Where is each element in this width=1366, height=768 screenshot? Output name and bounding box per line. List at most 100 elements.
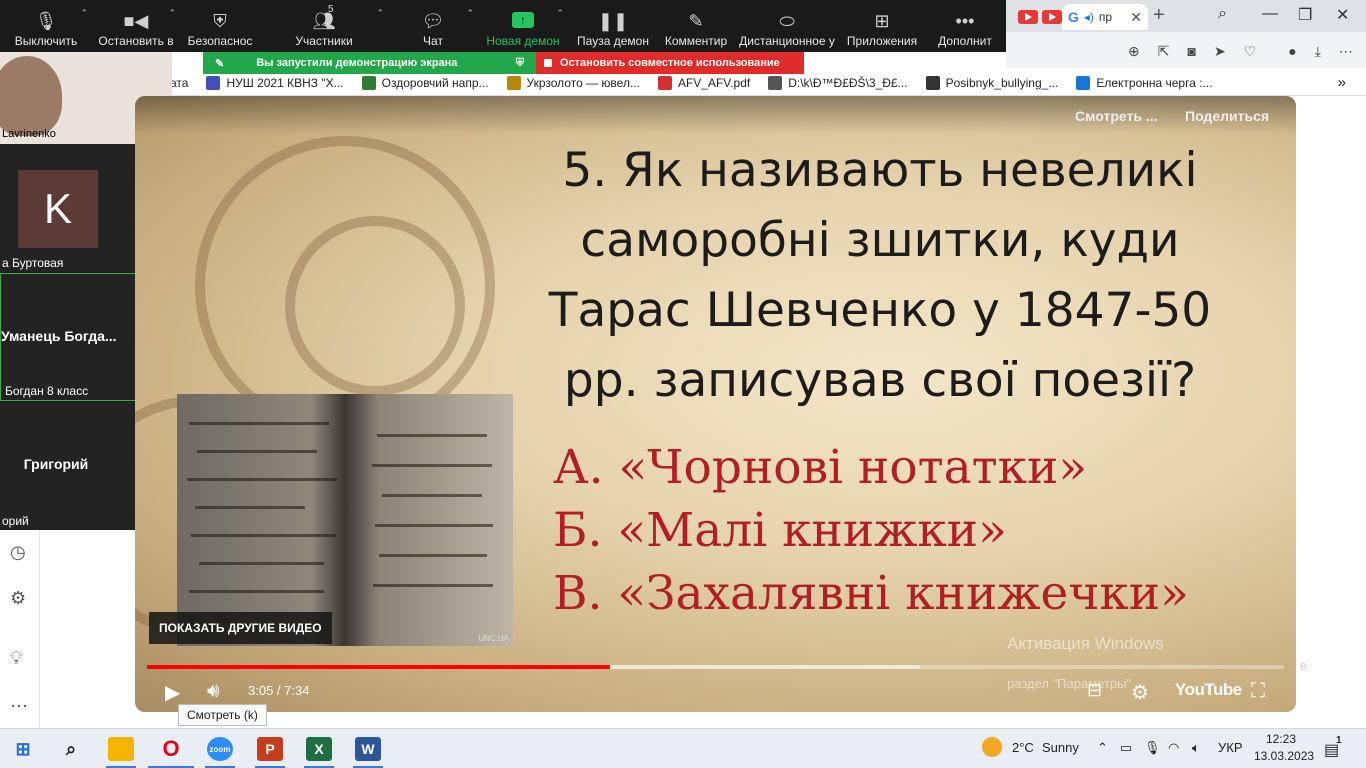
watermark-text: UNC.UA: [478, 634, 509, 643]
clock-icon[interactable]: ◷: [10, 542, 26, 563]
heart-icon[interactable]: ♡: [1244, 43, 1257, 60]
weather-text[interactable]: Sunny: [1042, 740, 1079, 755]
windows-activation-text: Активация Windows: [1007, 634, 1164, 653]
bookmark-label: Posibnyk_bullying_...: [945, 75, 1059, 90]
toolbar-label: Новая демон: [486, 34, 560, 48]
chevron-up-icon[interactable]: ⌃: [556, 8, 564, 19]
windows-start-icon[interactable]: ⊞: [10, 737, 36, 761]
youtube-player[interactable]: Смотреть ... Поделиться 5. Як називають …: [135, 96, 1296, 712]
search-icon[interactable]: ⌕: [58, 737, 84, 761]
opera-icon[interactable]: O: [158, 736, 184, 761]
new-share-button[interactable]: ↑ ⌃ Новая демон: [478, 0, 568, 52]
mouse-icon: ⬭: [779, 11, 795, 31]
bookmark-item[interactable]: Укрзолото — ювел...: [506, 75, 640, 90]
language-indicator[interactable]: УКР: [1218, 740, 1243, 755]
question-line: Тарас Шевченко у 1847-50: [548, 283, 1212, 338]
microphone-icon[interactable]: 🎙︎: [1144, 740, 1161, 756]
bookmark-item[interactable]: Posibnyk_bullying_...: [925, 75, 1059, 90]
answer-option: А. «Чорнові нотатки»: [553, 440, 1088, 495]
search-tabs-icon[interactable]: ⌕: [1218, 5, 1227, 23]
participants-button[interactable]: 👥︎ 5 ⌃ Участники: [260, 0, 388, 52]
participant-display-name: Григорий: [23, 456, 89, 472]
word-icon[interactable]: W: [355, 737, 381, 761]
weather-temp[interactable]: 2°C: [1012, 740, 1034, 755]
bookmark-icon: [506, 75, 521, 90]
gear-icon[interactable]: ⚙: [10, 588, 26, 609]
zoom-app-icon[interactable]: zoom: [207, 737, 233, 761]
bookmark-item[interactable]: Оздоровчий напр...: [361, 75, 489, 90]
more-bookmarks-button[interactable]: »: [1338, 74, 1346, 91]
wifi-icon[interactable]: ◠: [1168, 740, 1179, 756]
video-camera-icon: ■◀: [123, 11, 149, 31]
menu-icon[interactable]: ⋯: [1339, 43, 1353, 60]
bookmark-item[interactable]: D:\k\Ð™Ð£ÐŠ\3_Ð£...: [768, 75, 908, 90]
left-sidebar: ◷ ⚙ 💡︎ ⋯: [0, 530, 40, 730]
send-icon[interactable]: ➤: [1214, 43, 1226, 60]
pen-icon: ✎: [688, 11, 704, 31]
chevron-up-icon[interactable]: ⌃: [1097, 740, 1108, 756]
powerpoint-icon[interactable]: P: [257, 737, 283, 761]
question-line: саморобні зшитки, куди: [580, 213, 1180, 268]
chevron-up-icon[interactable]: ⌃: [168, 8, 176, 19]
question-line: рр. записував свої поезії?: [563, 353, 1197, 408]
bookmark-item[interactable]: AFV_AFV.pdf: [657, 75, 750, 90]
battery-icon[interactable]: ▭: [1120, 740, 1132, 756]
share-screen-icon: ↑: [512, 12, 534, 28]
volume-icon[interactable]: 🔊︎: [207, 680, 220, 703]
pause-share-button[interactable]: ❚❚ Пауза демон: [568, 0, 658, 52]
shield-check-icon: ⛨: [515, 56, 524, 69]
toolbar-label: Остановить в: [98, 34, 174, 48]
stop-share-button[interactable]: Остановить совместное использование: [536, 52, 804, 74]
annotate-button[interactable]: ✎ Комментир: [658, 0, 734, 52]
security-button[interactable]: ⛨ Безопаснос: [180, 0, 260, 52]
excel-icon[interactable]: X: [306, 737, 332, 761]
zoom-lens-icon[interactable]: ⊕: [1128, 43, 1140, 60]
youtube-logo[interactable]: YouTube: [1175, 680, 1242, 700]
watch-later-button[interactable]: Смотреть ...: [1075, 108, 1158, 124]
mute-button[interactable]: 🎙︎ ⌃ Выключить: [0, 0, 92, 52]
notification-count: 1: [1336, 735, 1342, 746]
profile-icon[interactable]: ●: [1288, 43, 1296, 59]
tab-youtube-1[interactable]: [1018, 4, 1038, 30]
stop-video-button[interactable]: ■◀ ⌃ Остановить в: [92, 0, 180, 52]
share-button[interactable]: Поделиться: [1185, 108, 1269, 124]
play-tooltip: Смотреть (k): [178, 704, 267, 726]
camera-icon[interactable]: ◙: [1187, 43, 1195, 59]
chevron-up-icon[interactable]: ⌃: [466, 8, 474, 19]
bookmark-label: Оздоровчий напр...: [381, 75, 489, 90]
tab-youtube-2[interactable]: [1042, 4, 1062, 30]
sharing-banner: ✎ Вы запустили демонстрацию экрана ⛨: [203, 52, 536, 74]
fullscreen-icon[interactable]: ⛶: [1251, 680, 1265, 703]
clock-time[interactable]: 12:23: [1266, 732, 1296, 746]
play-icon[interactable]: ▶: [165, 680, 180, 705]
file-explorer-icon[interactable]: [108, 737, 134, 761]
windows-taskbar: ⊞ ⌕ O zoom P X W 2°C Sunny ⌃ ▭ 🎙︎ ◠ 🔈︎ У…: [0, 728, 1366, 768]
show-other-videos-button[interactable]: ПОКАЗАТЬ ДРУГИЕ ВИДЕО: [149, 612, 332, 644]
subtitles-icon[interactable]: ⊟: [1087, 680, 1102, 701]
tab-active[interactable]: G ◂) пр ✕: [1062, 4, 1148, 30]
settings-gear-icon[interactable]: ⚙: [1131, 680, 1149, 705]
answer-option: Б. «Малі книжки»: [553, 503, 1007, 558]
clock-date[interactable]: 13.03.2023: [1254, 749, 1314, 763]
apps-button[interactable]: ⊞ Приложения: [840, 0, 924, 52]
progress-bar[interactable]: [147, 665, 1284, 669]
bookmark-item[interactable]: ата: [170, 76, 188, 90]
more-dots-icon[interactable]: ⋯: [10, 696, 28, 717]
open-external-icon[interactable]: ⇱: [1158, 43, 1170, 60]
more-button[interactable]: ••• Дополнит: [924, 0, 1006, 52]
chevron-up-icon[interactable]: ⌃: [376, 8, 384, 19]
restore-button[interactable]: ❐: [1298, 5, 1312, 25]
lightbulb-icon[interactable]: 💡︎: [10, 648, 23, 669]
close-window-button[interactable]: ✕: [1336, 5, 1349, 25]
bookmark-item[interactable]: Електронна черга :...: [1076, 75, 1213, 90]
bookmark-item[interactable]: НУШ 2021 КВНЗ "Х...: [206, 75, 344, 90]
tab-close-icon[interactable]: ✕: [1130, 9, 1142, 26]
weather-sun-icon[interactable]: [982, 737, 1002, 757]
new-tab-button[interactable]: +: [1153, 4, 1165, 27]
remote-control-button[interactable]: ⬭ Дистанционное у: [734, 0, 840, 52]
chat-button[interactable]: 💬︎ ⌃ Чат: [388, 0, 478, 52]
chevron-up-icon[interactable]: ⌃: [80, 8, 88, 19]
download-icon[interactable]: ⤓: [1315, 43, 1321, 60]
volume-icon[interactable]: 🔈︎: [1192, 740, 1200, 756]
minimize-button[interactable]: —: [1262, 5, 1278, 23]
